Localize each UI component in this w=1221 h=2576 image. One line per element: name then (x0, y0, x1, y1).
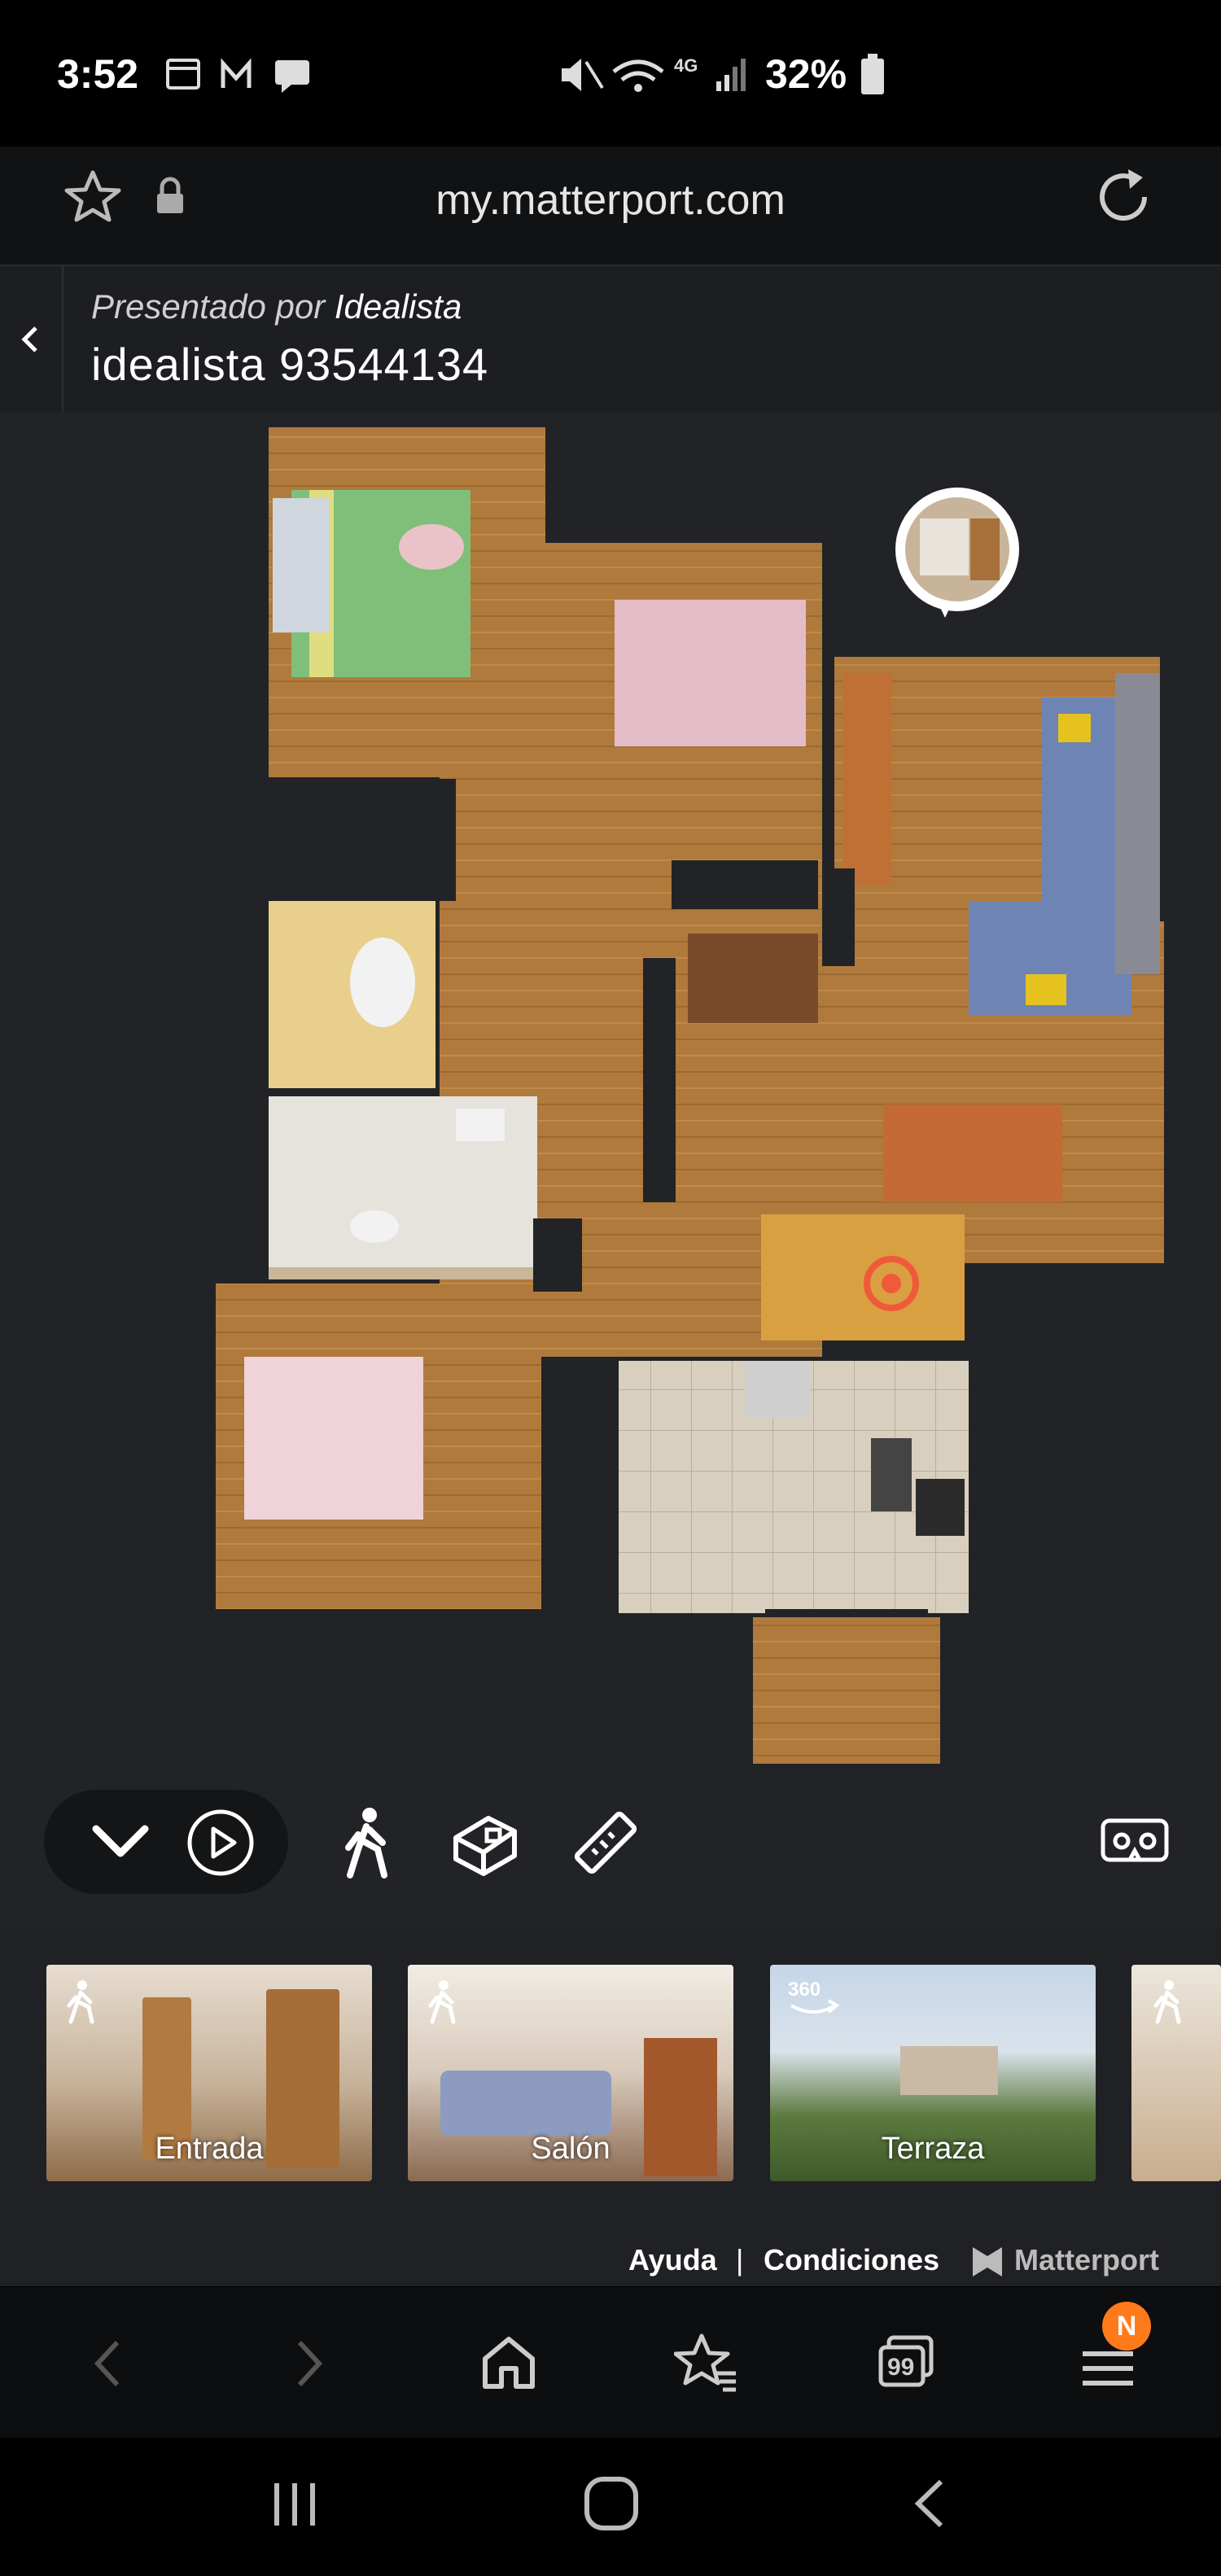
forward-arrow-icon[interactable] (293, 2338, 326, 2390)
scan-location-pin[interactable] (895, 488, 1019, 618)
thumbnail-entrada[interactable]: Entrada (46, 1965, 372, 2181)
floor-plan-model[interactable] (0, 413, 1221, 1928)
home-icon[interactable] (480, 2334, 537, 2391)
walk-icon (1153, 1980, 1181, 2024)
back-nav-icon[interactable] (908, 2477, 949, 2530)
kitchen-mat (871, 1438, 912, 1511)
tabs-button[interactable]: 99 (877, 2334, 934, 2391)
chevron-left-icon (21, 326, 37, 352)
home-nav-icon[interactable] (583, 2475, 640, 2532)
status-bar: 3:52 4G 32% (0, 0, 1221, 147)
url-text[interactable]: my.matterport.com (0, 176, 1221, 225)
bedroom-1-bed (273, 490, 470, 677)
url-bar: my.matterport.com (0, 147, 1221, 266)
terms-link[interactable]: Condiciones (764, 2243, 939, 2277)
play-tour-icon[interactable] (186, 1808, 256, 1878)
thumbnail-label: Terraza (881, 2132, 985, 2166)
desk (688, 934, 818, 1023)
thumbnail-label: Entrada (155, 2132, 264, 2166)
recent-apps-icon[interactable] (269, 2478, 321, 2530)
status-icons: 4G (562, 55, 746, 92)
tour-header: Presentado por Idealista idealista 93544… (0, 266, 1221, 413)
walk-icon (428, 1980, 456, 2024)
presented-by: Presentado por Idealista (91, 287, 462, 326)
360-icon-text: 360 (788, 1979, 821, 2001)
bedroom-3-bed (244, 1357, 423, 1520)
dollhouse-view[interactable] (0, 413, 1221, 1928)
back-arrow-icon[interactable] (91, 2338, 124, 2390)
thumbnail-partial[interactable] (1131, 1965, 1221, 2181)
matterport-logo-icon (973, 2247, 1002, 2276)
presenter-name[interactable]: Idealista (335, 287, 462, 326)
menu-button[interactable]: N (1079, 2302, 1153, 2399)
tabs-count: 99 (887, 2354, 915, 2381)
thumbnail-terraza[interactable]: 360 Terraza (770, 1965, 1096, 2181)
vr-mode-icon[interactable] (1101, 1818, 1169, 1862)
bookmarks-icon[interactable] (674, 2333, 739, 2393)
reload-icon[interactable] (1092, 164, 1158, 230)
walk-icon (67, 1980, 94, 2024)
measure-icon[interactable] (570, 1807, 641, 1878)
footer-separator: | (736, 2243, 744, 2276)
notification-icons (166, 58, 309, 93)
network-type: 4G (674, 55, 698, 76)
browser-toolbar: 99 N (0, 2287, 1221, 2438)
status-time: 3:52 (57, 51, 139, 97)
thumbnail-salon[interactable]: Salón (408, 1965, 733, 2181)
dollhouse-mode-icon[interactable] (448, 1805, 521, 1878)
battery-percent: 32% (765, 51, 847, 97)
living-room-rug (883, 1104, 1062, 1202)
walkthrough-mode-icon[interactable] (334, 1805, 399, 1878)
thumbnail-label: Salón (531, 2132, 610, 2166)
playback-controls (44, 1790, 288, 1894)
kitchen-sink (745, 1361, 810, 1418)
living-room-shelf (842, 673, 891, 885)
chevron-down-icon[interactable] (91, 1822, 150, 1861)
360-icon: 360 (788, 1979, 840, 2014)
presented-by-prefix: Presentado por (91, 287, 326, 326)
help-link[interactable]: Ayuda (628, 2243, 717, 2277)
system-navigation-bar (0, 2438, 1221, 2576)
matterport-brand[interactable]: Matterport (1014, 2243, 1159, 2277)
battery-icon (861, 54, 884, 94)
tour-title: idealista 93544134 (91, 339, 489, 390)
back-button[interactable] (0, 266, 63, 413)
bedroom-2-bed (615, 600, 806, 746)
notification-badge: N (1102, 2302, 1151, 2351)
